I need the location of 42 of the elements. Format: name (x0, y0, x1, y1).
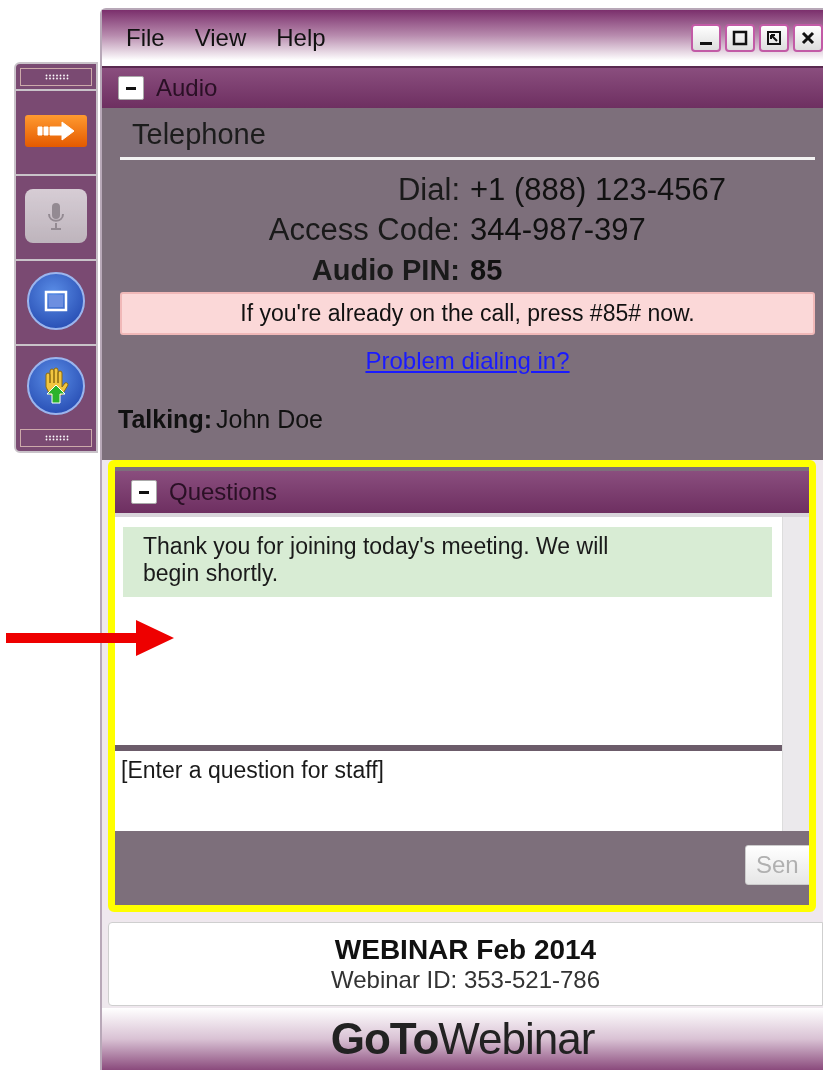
detail-label: Dial: (397, 171, 460, 209)
logo: GoToWebinar (330, 1014, 595, 1064)
grip-handle[interactable] (20, 429, 92, 447)
webinar-id: Webinar ID: 353-521-786 (330, 966, 601, 994)
close-icon (800, 30, 816, 46)
section-title: Telephone (120, 108, 815, 160)
chat-message: Thank you for joining today's meeting. We will begin shortly. (123, 527, 772, 597)
arrow-icon (36, 120, 76, 142)
menu-item[interactable]: View (194, 24, 247, 52)
menu-item[interactable]: Help (276, 24, 326, 52)
hand-button[interactable] (27, 357, 85, 415)
screen-icon (44, 290, 68, 312)
notice-message: If you're already on the call, press #85# now. (120, 292, 815, 335)
microphone-icon (46, 201, 66, 231)
scrollbar[interactable] (782, 517, 809, 745)
detail-label: Access Code: (267, 211, 460, 249)
menu-item[interactable]: File (126, 24, 165, 52)
grip-icon (43, 435, 69, 441)
collapse-button[interactable] (131, 480, 157, 504)
minimize-icon (700, 41, 712, 45)
arrow-button[interactable] (25, 115, 87, 147)
collapse-button[interactable] (118, 76, 144, 100)
maximize-button[interactable] (725, 24, 755, 52)
close-button[interactable] (793, 24, 823, 52)
grip-icon (43, 74, 69, 80)
grip-handle[interactable] (20, 68, 92, 86)
detail-value: 344-987-397 (470, 211, 647, 249)
popout-button[interactable] (759, 24, 789, 52)
maximize-icon (732, 30, 748, 46)
minimize-button[interactable] (691, 24, 721, 52)
popout-icon (766, 30, 782, 46)
detail-value: +1 (888) 123-4567 (470, 171, 727, 209)
scrollbar[interactable] (782, 745, 809, 831)
detail-value: 85 (470, 253, 504, 288)
talking-label: Talking: (118, 405, 212, 434)
question-field[interactable]: [Enter a question for staff] (115, 745, 782, 831)
panel-title: Questions (169, 478, 278, 506)
speaker-name: John Doe (216, 405, 323, 434)
webinar-title: WEBINAR Feb 2014 (334, 934, 597, 966)
screen-button[interactable] (27, 272, 85, 330)
detail-label: Audio PIN: (310, 253, 460, 288)
panel-title: Audio (156, 74, 218, 102)
